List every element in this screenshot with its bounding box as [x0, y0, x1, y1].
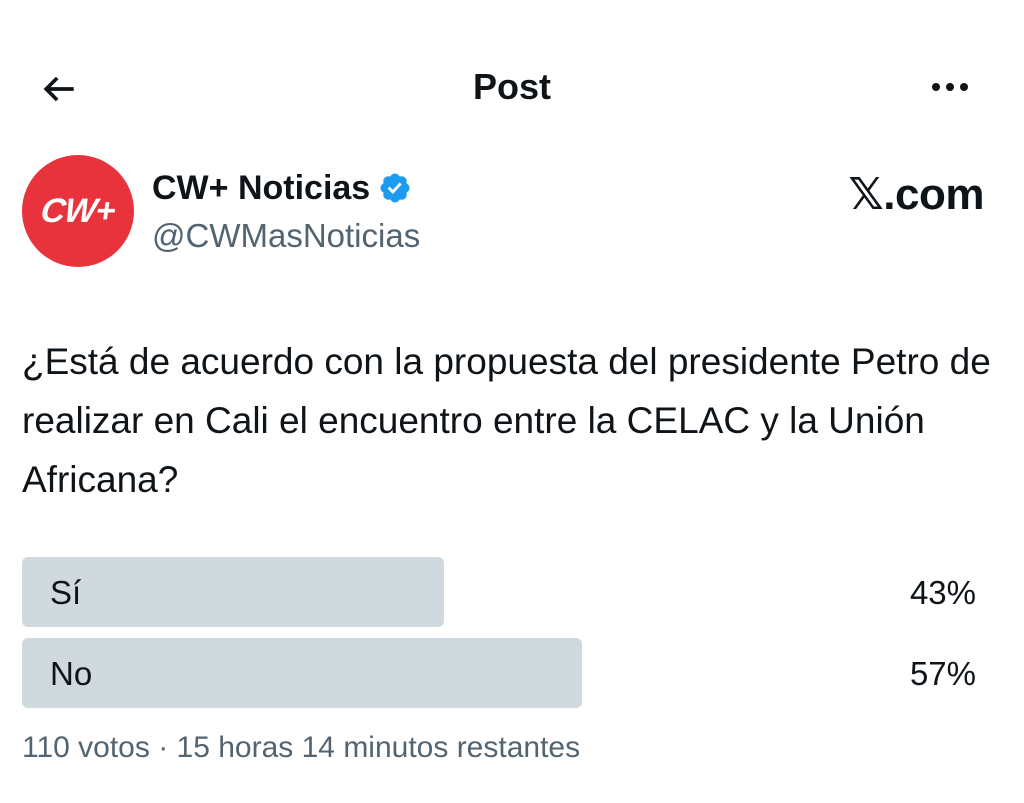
post-page: Post CW+ CW+ Noticias @CWMasNoticias 𝕏.c…: [0, 0, 1024, 803]
poll-bar: [22, 638, 582, 708]
author-handle[interactable]: @CWMasNoticias: [152, 214, 420, 258]
author-name-row: CW+ Noticias: [152, 166, 412, 210]
poll-option-percent: 57%: [909, 655, 976, 692]
avatar[interactable]: CW+: [22, 155, 134, 267]
verified-badge-icon: [380, 173, 410, 203]
avatar-logo-text: CW+: [38, 191, 118, 230]
post-text: ¿Está de acuerdo con la propuesta del pr…: [22, 341, 991, 500]
x-com-watermark: 𝕏.com: [848, 170, 984, 219]
more-horizontal-icon: [932, 83, 940, 91]
poll-footer: 110 votos · 15 horas 14 minutos restante…: [22, 731, 581, 764]
poll-option-label: No: [50, 655, 93, 692]
more-options-button[interactable]: [920, 64, 980, 110]
poll-option-percent: 43%: [909, 574, 976, 611]
poll-option-label: Sí: [50, 574, 82, 611]
poll-option-no[interactable]: No 57%: [22, 638, 976, 708]
more-dot: [960, 83, 968, 91]
author-name[interactable]: CW+ Noticias: [152, 166, 370, 210]
header: Post: [0, 0, 1024, 170]
poll-option-si[interactable]: Sí 43%: [22, 557, 976, 627]
more-dot: [946, 83, 954, 91]
page-title: Post: [472, 66, 551, 107]
poll-bar: [22, 557, 444, 627]
